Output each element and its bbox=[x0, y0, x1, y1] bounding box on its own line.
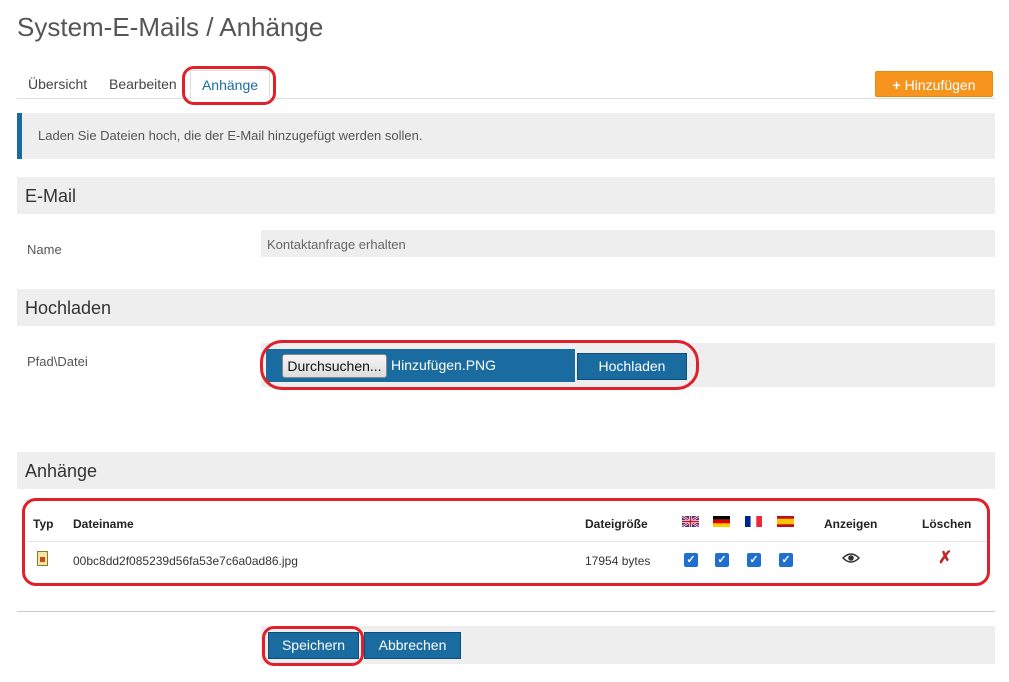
table-highlight-annotation bbox=[22, 498, 990, 586]
flag-de-icon bbox=[713, 516, 730, 527]
upload-button[interactable]: Hochladen bbox=[577, 353, 687, 380]
tab-bar: Übersicht Bearbeiten Anhänge bbox=[17, 70, 995, 99]
section-heading-upload: Hochladen bbox=[17, 289, 995, 326]
language-checkbox-en[interactable]: ✓ bbox=[684, 553, 698, 567]
language-checkbox-es[interactable]: ✓ bbox=[779, 553, 793, 567]
save-button[interactable]: Speichern bbox=[268, 632, 359, 659]
name-label: Name bbox=[27, 242, 62, 257]
name-value: Kontaktanfrage erhalten bbox=[261, 230, 995, 257]
footer-divider bbox=[17, 611, 995, 612]
selected-file-name: Hinzufügen.PNG bbox=[391, 357, 497, 373]
table-header-divider bbox=[27, 541, 987, 542]
delete-x-icon[interactable]: ✗ bbox=[938, 548, 952, 568]
language-checkbox-de[interactable]: ✓ bbox=[715, 553, 729, 567]
column-header-delete: Löschen bbox=[922, 517, 972, 531]
column-header-size: Dateigröße bbox=[585, 517, 648, 531]
column-header-type: Typ bbox=[33, 517, 54, 531]
tab-attachments[interactable]: Anhänge bbox=[190, 70, 270, 99]
page-title: System-E-Mails / Anhänge bbox=[17, 12, 324, 42]
column-header-view: Anzeigen bbox=[824, 517, 878, 531]
tab-edit[interactable]: Bearbeiten bbox=[100, 70, 186, 99]
column-header-filename: Dateiname bbox=[73, 517, 134, 531]
tab-overview[interactable]: Übersicht bbox=[19, 70, 96, 99]
attachment-filename: 00bc8dd2f085239d56fa53e7c6a0ad86.jpg bbox=[73, 554, 298, 568]
flag-es-icon bbox=[777, 516, 794, 527]
browse-button[interactable]: Durchsuchen... bbox=[282, 354, 387, 378]
flag-uk-icon bbox=[682, 516, 699, 527]
path-label: Pfad\Datei bbox=[27, 354, 88, 369]
flag-fr-icon bbox=[745, 516, 762, 527]
cancel-button[interactable]: Abbrechen bbox=[364, 632, 461, 659]
language-checkbox-fr[interactable]: ✓ bbox=[747, 553, 761, 567]
attachment-size: 17954 bytes bbox=[585, 554, 651, 568]
image-file-icon bbox=[37, 551, 48, 566]
section-heading-email: E-Mail bbox=[17, 177, 995, 214]
add-button-label: Hinzufügen bbox=[904, 77, 976, 93]
section-heading-attachments: Anhänge bbox=[17, 452, 995, 489]
eye-icon[interactable] bbox=[842, 552, 860, 564]
add-button[interactable]: + Hinzufügen bbox=[875, 71, 993, 97]
plus-icon: + bbox=[892, 77, 901, 93]
info-message: Laden Sie Dateien hoch, die der E-Mail h… bbox=[17, 113, 995, 159]
